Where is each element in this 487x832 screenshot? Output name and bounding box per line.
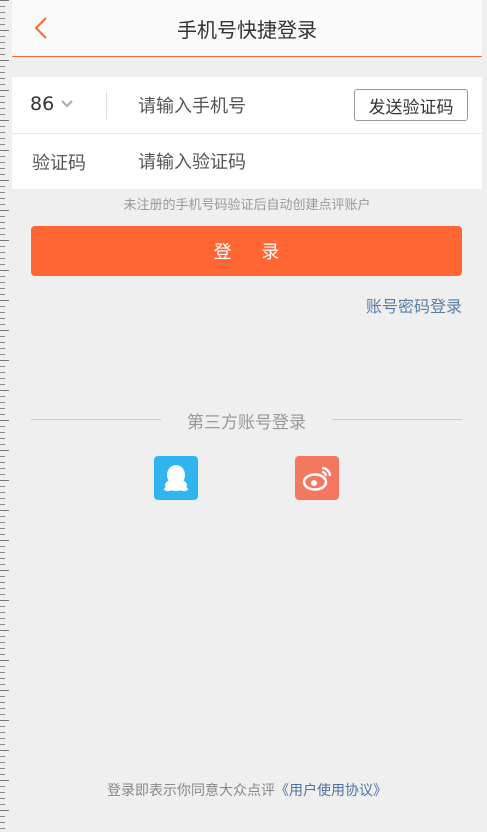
qq-login-button[interactable] bbox=[154, 456, 198, 500]
agreement-prefix: 登录即表示你同意大众点评 bbox=[107, 783, 275, 799]
divider bbox=[106, 91, 107, 119]
send-code-button[interactable]: 发送验证码 bbox=[354, 89, 468, 121]
phone-row: 86 发送验证码 bbox=[12, 77, 482, 134]
country-code[interactable]: 86 bbox=[30, 93, 54, 115]
user-agreement-link[interactable]: 《用户使用协议》 bbox=[275, 783, 387, 799]
weibo-login-button[interactable] bbox=[295, 456, 339, 500]
weibo-icon bbox=[302, 466, 332, 491]
code-input[interactable] bbox=[136, 146, 350, 178]
chevron-down-icon[interactable] bbox=[60, 97, 74, 111]
qq-icon bbox=[164, 465, 188, 492]
third-party-label: 第三方账号登录 bbox=[187, 413, 306, 433]
login-form: 86 发送验证码 验证码 bbox=[12, 77, 482, 189]
password-login-link[interactable]: 账号密码登录 bbox=[366, 293, 462, 317]
login-button[interactable]: 登 录 bbox=[31, 226, 462, 276]
registration-hint: 未注册的手机号码验证后自动创建点评账户 bbox=[123, 198, 371, 213]
phone-input[interactable] bbox=[136, 90, 350, 122]
page-title: 手机号快捷登录 bbox=[177, 18, 317, 42]
side-ruler-major-ticks bbox=[0, 0, 9, 832]
header-bar: 手机号快捷登录 bbox=[12, 0, 482, 57]
divider-line-right bbox=[332, 419, 462, 420]
third-party-divider: 第三方账号登录 bbox=[31, 408, 462, 433]
code-label: 验证码 bbox=[32, 153, 86, 174]
code-row: 验证码 bbox=[12, 133, 482, 189]
agreement-footer: 登录即表示你同意大众点评《用户使用协议》 bbox=[12, 780, 482, 800]
